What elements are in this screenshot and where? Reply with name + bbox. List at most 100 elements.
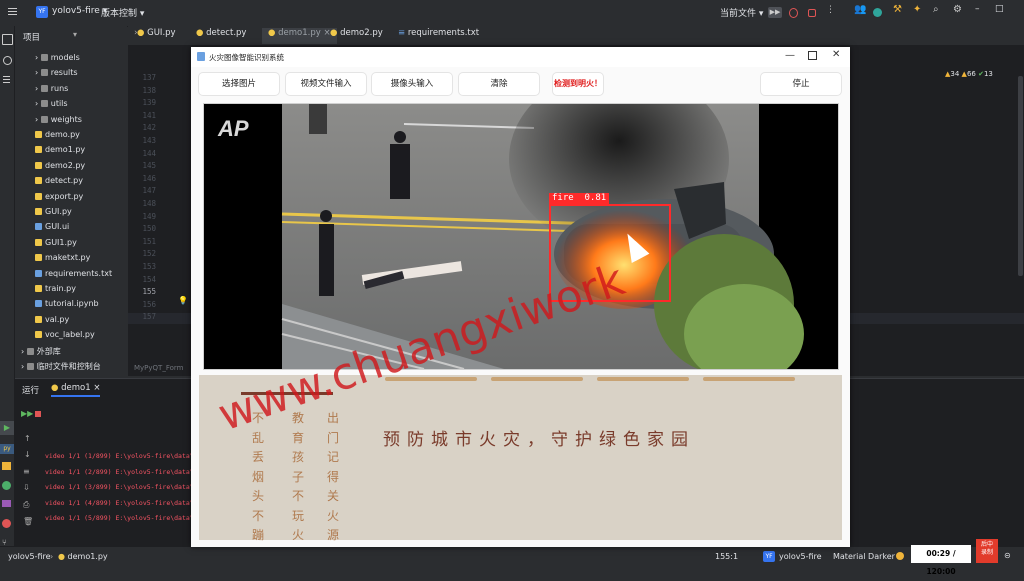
tab-demo1-py[interactable]: ● demo1.py × [262, 28, 337, 44]
project-badge: YF [36, 6, 48, 18]
inspection-widget[interactable]: ▲34 ▲66 ✔13 [945, 70, 993, 78]
tool-window-stripe: ▶ py ⑂ [0, 26, 15, 547]
tree-item[interactable]: › models [35, 53, 80, 67]
stop-run-icon[interactable] [35, 411, 41, 417]
scroll-up-icon[interactable]: ↑ [24, 434, 31, 443]
tab-label: GUI.py [147, 28, 176, 38]
editor-scrollbar[interactable] [1018, 76, 1023, 276]
ide-title-bar: YF yolov5-fire ▾ 版本控制 ▾ 当前文件 ▾ ▶▶ ⋮ 👥 ⚒ … [0, 0, 1024, 27]
select-image-button[interactable]: 选择图片 [198, 72, 280, 96]
tools-icon[interactable]: ⚒ [893, 4, 904, 15]
theme-indicator[interactable]: Material Darker [833, 552, 895, 561]
tree-item[interactable]: GUI1.py [35, 238, 77, 252]
tree-item-label: GUI.py [45, 207, 72, 216]
chevron-down-icon[interactable]: ▾ [73, 30, 77, 39]
tree-item-label: 外部库 [36, 346, 61, 356]
soft-wrap-icon[interactable]: ≡ [23, 467, 30, 476]
structure-tool-icon[interactable] [3, 76, 10, 77]
clear-output-icon[interactable]: 🗑 [23, 517, 33, 526]
status-file[interactable]: ● demo1.py [58, 552, 108, 561]
tab-demo2-py[interactable]: ● demo2.py [330, 28, 383, 44]
folder-icon [26, 363, 34, 370]
tree-item-label: runs [50, 83, 69, 93]
minimize-icon[interactable]: – [975, 4, 980, 14]
tree-item[interactable]: › runs [35, 84, 68, 98]
debug-icon[interactable] [789, 8, 798, 18]
file-icon [35, 131, 42, 138]
tree-item[interactable]: tutorial.ipynb [35, 299, 99, 313]
project-selector[interactable]: yolov5-fire ▾ [52, 6, 107, 16]
app-minimize-icon[interactable]: — [785, 50, 795, 61]
commit-tool-icon[interactable] [3, 56, 12, 65]
print-icon[interactable]: ⎙ [23, 500, 29, 510]
python-packages-icon[interactable] [2, 462, 11, 470]
search-icon[interactable]: ⌕ [933, 4, 944, 15]
ai-assistant-icon[interactable] [873, 8, 882, 17]
tree-item[interactable]: demo1.py [35, 145, 85, 159]
plugins-icon[interactable]: ✦ [913, 4, 924, 15]
code-with-me-icon[interactable]: 👥 [854, 4, 866, 15]
scroll-down-icon[interactable]: ↓ [24, 450, 31, 459]
run-config-selector[interactable]: 当前文件 ▾ [720, 6, 763, 19]
breadcrumb[interactable]: MyPyQT_Form [134, 364, 183, 372]
tree-item[interactable]: demo2.py [35, 161, 85, 175]
run-tool-icon[interactable]: ▶ [0, 421, 14, 435]
more-actions-icon[interactable]: ⋮ [826, 5, 837, 16]
camera-input-button[interactable]: 摄像头输入 [371, 72, 453, 96]
tab-gui-py[interactable]: ● GUI.py [137, 28, 176, 44]
tree-item[interactable]: requirements.txt [35, 269, 112, 283]
video-file-button[interactable]: 视频文件输入 [285, 72, 367, 96]
tab-requirements-txt[interactable]: ≡ requirements.txt [398, 28, 479, 44]
tree-item[interactable]: › results [35, 68, 78, 82]
tree-item[interactable]: › weights [35, 115, 82, 129]
tree-item[interactable]: detect.py [35, 176, 83, 190]
interpreter-selector[interactable]: yolov5-fire [779, 552, 822, 561]
tree-item[interactable]: val.py [35, 315, 69, 329]
tab-detect-py[interactable]: ● detect.py [196, 28, 246, 44]
services-icon[interactable] [2, 481, 11, 490]
file-type-icon: ● [330, 28, 341, 38]
tree-item[interactable]: voc_label.py [35, 330, 95, 344]
lightbulb-icon[interactable]: 💡 [178, 296, 188, 305]
project-tool-icon[interactable] [2, 34, 13, 45]
tree-item[interactable]: › 临时文件和控制台 [21, 361, 101, 375]
scroll-end-icon[interactable]: ⇩ [23, 483, 30, 492]
tree-item[interactable]: › utils [35, 99, 68, 113]
rerun-icon[interactable]: ▶▶ [21, 409, 33, 418]
vcs-menu[interactable]: 版本控制 ▾ [101, 6, 144, 19]
stop-button[interactable]: 停止 [760, 72, 842, 96]
clear-button[interactable]: 清除 [458, 72, 540, 96]
notification-icon[interactable] [896, 552, 904, 560]
caret-position[interactable]: 155:1 [715, 552, 738, 561]
python-console-icon[interactable]: py [0, 444, 14, 454]
maximize-icon[interactable]: □ [995, 4, 1004, 14]
poster-column-char: 源 [326, 528, 339, 542]
status-project[interactable]: yolov5-fire [8, 552, 51, 561]
app-maximize-icon[interactable] [808, 51, 817, 60]
tab-label: detect.py [206, 28, 247, 38]
line-number: 151 [142, 236, 156, 246]
line-number: 150 [142, 224, 156, 234]
tree-item-label: voc_label.py [45, 330, 95, 340]
tree-item[interactable]: › 外部库 [21, 346, 61, 360]
terminal-icon[interactable] [2, 500, 11, 507]
line-number: 145 [142, 161, 156, 171]
main-menu-icon[interactable] [6, 5, 19, 18]
poster-column-char: 孩 [291, 450, 304, 464]
stop-icon[interactable] [808, 9, 816, 17]
tree-item[interactable]: train.py [35, 284, 76, 298]
run-icon[interactable]: ▶▶ [768, 7, 782, 18]
tree-item-label: maketxt.py [45, 253, 91, 263]
poster-plank [703, 377, 795, 381]
tree-item[interactable]: maketxt.py [35, 253, 90, 267]
file-icon [35, 161, 42, 169]
tree-item[interactable]: demo.py [35, 130, 80, 144]
record-badge[interactable]: 后中 录制 [976, 539, 998, 563]
problems-icon[interactable] [2, 519, 11, 528]
tree-item[interactable]: export.py [35, 192, 83, 206]
settings-icon[interactable]: ⚙ [953, 4, 964, 15]
app-close-icon[interactable]: ✕ [832, 49, 840, 60]
tree-item[interactable]: GUI.py [35, 207, 72, 221]
run-tab-demo1[interactable]: ● demo1 × [51, 383, 101, 397]
tree-item[interactable]: GUI.ui [35, 222, 69, 236]
